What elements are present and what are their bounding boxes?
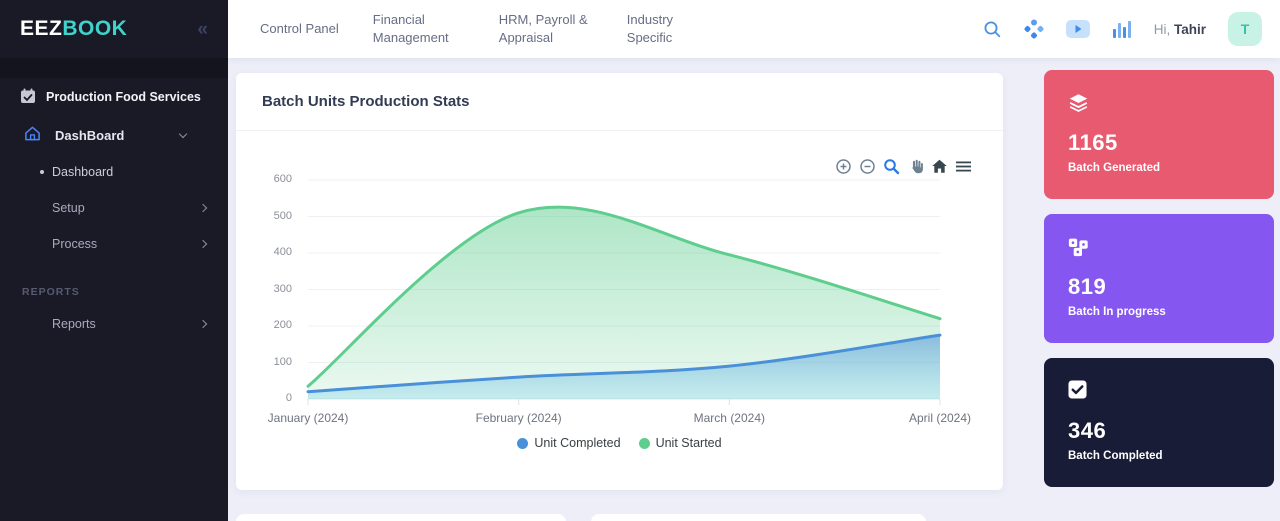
sidebar-section-reports: REPORTS: [22, 286, 228, 298]
calendar-check-icon: [20, 88, 36, 107]
sidebar-collapse-icon[interactable]: «: [197, 20, 208, 39]
topbar: Control Panel Financial Management HRM, …: [228, 0, 1280, 58]
bullet-icon: [40, 170, 44, 174]
sidebar-item-dashboard-parent[interactable]: DashBoard: [0, 116, 228, 154]
sidebar-item-workspace[interactable]: Production Food Services: [0, 78, 228, 116]
nav-control-panel[interactable]: Control Panel: [260, 20, 339, 38]
sidebar-subitem-process[interactable]: Process: [0, 226, 228, 262]
search-icon[interactable]: [983, 20, 1002, 39]
x-tick-label: January (2024): [268, 411, 349, 425]
subitem-setup-label: Setup: [52, 201, 85, 215]
legend-label: Unit Started: [656, 436, 722, 450]
logo-text-primary: EEZ: [20, 17, 62, 40]
sidebar-dashboard-label: DashBoard: [55, 128, 124, 143]
legend-item[interactable]: Unit Completed: [517, 436, 620, 450]
chevron-right-icon: [199, 320, 207, 328]
stat-label: Batch Generated: [1068, 162, 1250, 174]
subitem-process-label: Process: [52, 237, 97, 251]
sidebar-subitem-setup[interactable]: Setup: [0, 190, 228, 226]
partial-card: [236, 514, 566, 521]
legend-label: Unit Completed: [534, 436, 620, 450]
app-window: EEZBOOK « Production Food Services DashB…: [0, 0, 1280, 521]
user-greeting: Hi, Tahir: [1154, 22, 1206, 37]
chart-legend: Unit Completed Unit Started: [236, 436, 1003, 450]
nav-hrm-payroll[interactable]: HRM, Payroll & Appraisal: [499, 11, 593, 46]
reports-label: Reports: [52, 317, 96, 331]
chart-title: Batch Units Production Stats: [262, 93, 470, 110]
stat-label: Batch In progress: [1068, 306, 1250, 318]
nav-financial-management[interactable]: Financial Management: [373, 11, 465, 46]
x-tick-label: April (2024): [909, 411, 971, 425]
legend-marker-icon: [639, 438, 650, 449]
top-nav: Control Panel Financial Management HRM, …: [228, 11, 691, 46]
workspace-label: Production Food Services: [46, 90, 201, 104]
sidebar: EEZBOOK « Production Food Services DashB…: [0, 0, 228, 521]
sidebar-subitem-dashboard[interactable]: Dashboard: [0, 154, 228, 190]
home-icon: [24, 125, 41, 145]
chart-plot-area[interactable]: [276, 173, 976, 406]
stat-card-batch-completed: 346 Batch Completed: [1044, 358, 1274, 487]
nav-industry-specific[interactable]: Industry Specific: [627, 11, 691, 46]
partial-card: [591, 514, 926, 521]
x-tick-label: February (2024): [476, 411, 562, 425]
stat-value: 819: [1068, 274, 1250, 300]
stats-bars-icon[interactable]: [1112, 19, 1132, 39]
stat-label: Batch Completed: [1068, 450, 1250, 462]
chevron-right-icon: [199, 240, 207, 248]
logo-text-accent: BOOK: [62, 17, 127, 40]
legend-item[interactable]: Unit Started: [639, 436, 722, 450]
app-logo[interactable]: EEZBOOK: [20, 17, 127, 41]
chevron-down-icon: [179, 129, 187, 137]
greeting-prefix: Hi,: [1154, 22, 1171, 37]
avatar[interactable]: T: [1228, 12, 1262, 46]
x-tick-label: March (2024): [694, 411, 765, 425]
legend-marker-icon: [517, 438, 528, 449]
apps-grid-icon[interactable]: [1024, 19, 1044, 39]
chevron-right-icon: [199, 204, 207, 212]
stat-value: 1165: [1068, 130, 1250, 156]
main-content: Batch Units Production Stats 01002003004…: [228, 58, 1280, 521]
stat-value: 346: [1068, 418, 1250, 444]
stat-card-batch-generated: 1165 Batch Generated: [1044, 70, 1274, 199]
video-play-icon[interactable]: [1066, 20, 1090, 38]
dice-icon: [1068, 236, 1250, 258]
stat-card-batch-in-progress: 819 Batch In progress: [1044, 214, 1274, 343]
user-name: Tahir: [1174, 22, 1206, 37]
subitem-dashboard-label: Dashboard: [52, 165, 113, 179]
production-stats-card: Batch Units Production Stats 01002003004…: [236, 73, 1003, 490]
sidebar-divider: [0, 58, 228, 78]
check-square-icon: [1068, 380, 1250, 402]
layers-icon: [1068, 92, 1250, 114]
sidebar-item-reports[interactable]: Reports: [0, 306, 228, 342]
